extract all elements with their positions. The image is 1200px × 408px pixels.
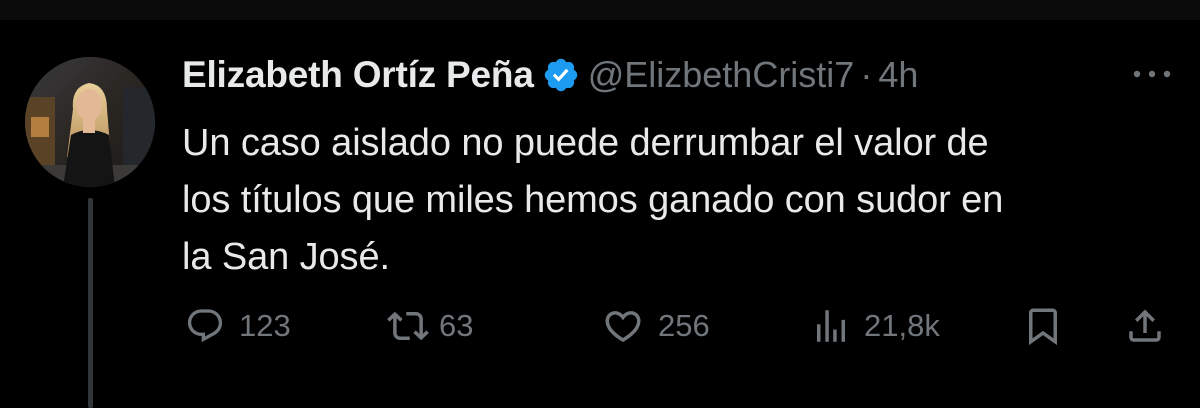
reply-button[interactable]: 123 (185, 300, 291, 352)
repost-button[interactable]: 63 (387, 300, 473, 352)
reply-count: 123 (239, 308, 291, 343)
avatar-photo (25, 57, 155, 187)
tweet-text-line: Un caso aislado no puede derrumbar el va… (182, 122, 989, 164)
bookmark-icon (1029, 308, 1057, 346)
share-button[interactable] (1124, 300, 1166, 352)
views-button[interactable]: 21,8k (810, 300, 940, 352)
tweet-text-line: la San José. (182, 236, 390, 278)
tweet-text-line: los títulos que miles hemos ganado con s… (182, 179, 1004, 221)
reply-icon (187, 309, 223, 343)
top-strip (0, 0, 1200, 20)
like-count: 256 (658, 308, 710, 343)
more-options-icon[interactable] (1130, 64, 1174, 84)
author-name[interactable]: Elizabeth Ortíz Peña (182, 54, 534, 96)
timestamp[interactable]: 4h (878, 54, 918, 96)
heart-icon (605, 311, 641, 343)
avatar[interactable] (25, 57, 155, 187)
verified-badge-icon[interactable] (542, 56, 580, 94)
views-count: 21,8k (864, 308, 940, 343)
views-chart-icon (817, 310, 845, 342)
repost-icon (387, 311, 429, 341)
repost-count: 63 (439, 308, 474, 343)
tweet-header: Elizabeth Ortíz Peña @ElizbethCristi7 · … (182, 50, 918, 100)
like-button[interactable]: 256 (602, 300, 710, 352)
author-handle[interactable]: @ElizbethCristi7 (588, 54, 855, 96)
tweet-text: Un caso aislado no puede derrumbar el va… (182, 115, 1172, 286)
bookmark-button[interactable] (1022, 300, 1064, 352)
separator-dot: · (860, 54, 873, 95)
share-icon (1129, 309, 1161, 342)
action-bar: 123 63 256 21,8k (0, 300, 1200, 352)
